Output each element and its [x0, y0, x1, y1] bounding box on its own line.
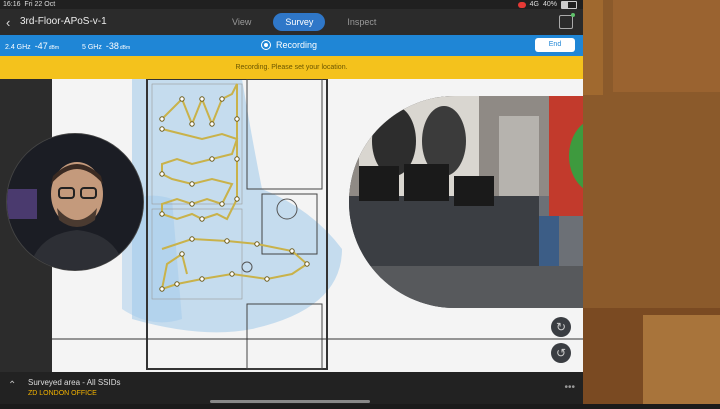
- undo-icon[interactable]: ↺: [551, 343, 571, 363]
- screen-recording-icon: [517, 1, 526, 8]
- recording-indicator: Recording: [261, 40, 317, 50]
- more-options-icon[interactable]: •••: [564, 382, 575, 393]
- background-wall-image: [583, 0, 720, 404]
- survey-footer: ⌃ Surveyed area - All SSIDs ZD LONDON OF…: [0, 372, 583, 404]
- page-title: 3rd-Floor-APoS-v-1: [20, 16, 107, 27]
- app-header: ‹ 3rd-Floor-APoS-v-1 View Survey Inspect: [0, 9, 583, 35]
- presenter-webcam: [6, 133, 144, 271]
- ios-status-bar: 16:16 Fri 22 Oct 4G 40%: [0, 0, 583, 9]
- status-date: Fri 22 Oct: [24, 1, 56, 8]
- tab-inspect[interactable]: Inspect: [335, 13, 388, 31]
- presenter-image: [7, 134, 143, 270]
- recording-banner: Recording. Please set your location.: [0, 56, 583, 79]
- status-time: 16:16: [3, 1, 21, 8]
- mode-tabs: View Survey Inspect: [220, 13, 388, 31]
- end-button[interactable]: End: [535, 38, 575, 52]
- network-label: 4G: [529, 1, 539, 8]
- home-indicator: [210, 400, 370, 403]
- chevron-left-icon[interactable]: ‹: [6, 15, 10, 30]
- chevron-up-icon[interactable]: ⌃: [8, 380, 16, 391]
- app-menu-icon[interactable]: [559, 13, 575, 29]
- tab-survey[interactable]: Survey: [273, 13, 326, 31]
- background-wall: [583, 0, 720, 404]
- battery-percent: 40%: [542, 1, 557, 8]
- office-label: ZD LONDON OFFICE: [28, 390, 97, 397]
- signal-24ghz: 2.4 GHz -47dBm: [5, 41, 59, 51]
- tab-view[interactable]: View: [220, 13, 263, 31]
- battery-icon: [561, 0, 577, 9]
- record-icon: [261, 40, 271, 50]
- signal-bar: 2.4 GHz -47dBm 5 GHz -38dBm Recording End: [0, 35, 583, 56]
- surveyed-area-label[interactable]: Surveyed area - All SSIDs: [28, 378, 120, 387]
- signal-5ghz: 5 GHz -38dBm: [82, 41, 131, 51]
- redo-icon[interactable]: ↻: [551, 317, 571, 337]
